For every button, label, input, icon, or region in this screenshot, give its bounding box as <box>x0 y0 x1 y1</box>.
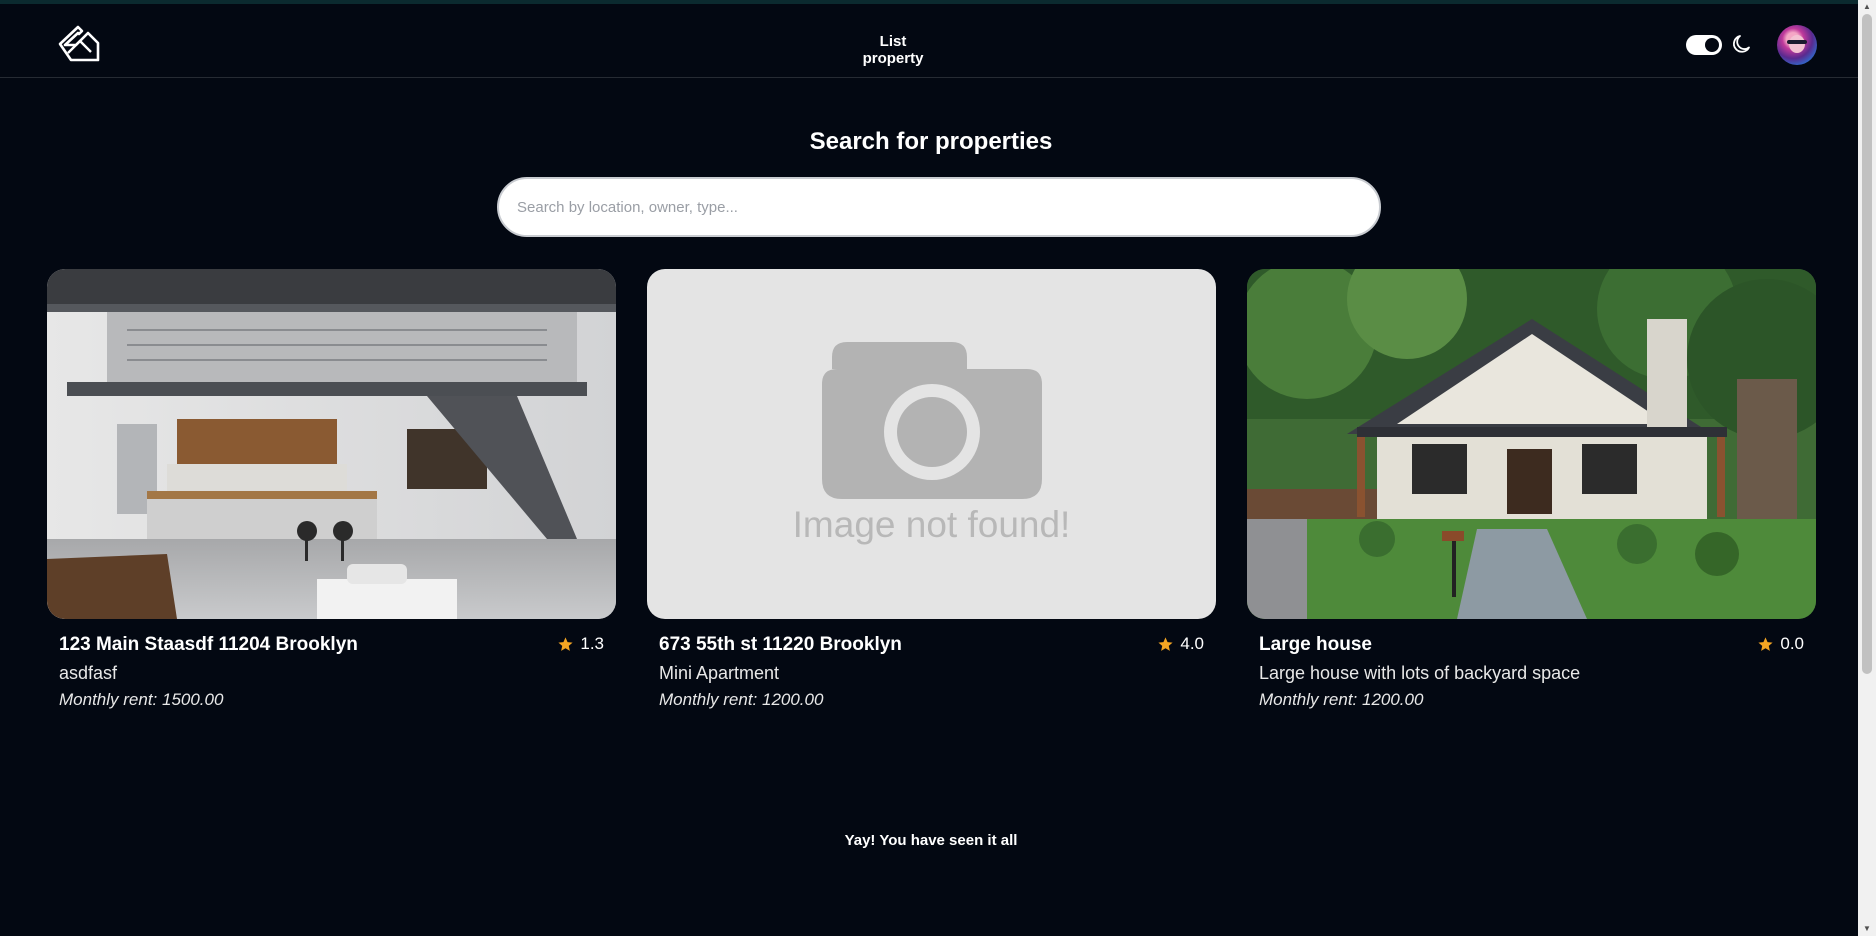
image-not-found-placeholder: Image not found! <box>647 269 1216 619</box>
property-card[interactable]: 123 Main Staasdf 11204 Brooklyn 1.3 asdf… <box>47 269 616 719</box>
star-icon <box>558 636 573 651</box>
star-icon <box>1758 636 1773 651</box>
rating-value: 0.0 <box>1780 634 1804 653</box>
navbar: List property <box>0 4 1858 78</box>
rating-value: 4.0 <box>1180 634 1204 653</box>
house-outline-logo-icon[interactable] <box>58 24 100 62</box>
search-input[interactable] <box>499 179 1379 235</box>
page-title: Search for properties <box>809 128 1053 155</box>
scroll-up-arrow-icon[interactable]: ▲ <box>1862 2 1872 12</box>
property-image-house <box>1247 269 1816 619</box>
property-rating: 4.0 <box>1157 634 1204 654</box>
image-not-found-text: Image not found! <box>792 504 1071 545</box>
property-title: Large house <box>1259 634 1372 655</box>
scrollbar-thumb[interactable] <box>1862 14 1872 674</box>
property-rent: Monthly rent: 1200.00 <box>1259 690 1424 709</box>
property-rent: Monthly rent: 1500.00 <box>59 690 224 709</box>
property-rating: 0.0 <box>1757 634 1804 654</box>
theme-toggle[interactable] <box>1686 35 1722 55</box>
property-title: 123 Main Staasdf 11204 Brooklyn <box>59 634 358 655</box>
property-description: Mini Apartment <box>659 663 780 683</box>
toggle-knob <box>1705 38 1719 52</box>
property-rent: Monthly rent: 1200.00 <box>659 690 824 709</box>
avatar-face <box>1789 35 1805 53</box>
property-card[interactable]: Large house 0.0 Large house with lots of… <box>1247 269 1816 719</box>
property-image-loft <box>47 269 616 619</box>
property-card[interactable]: Image not found! 673 55th st 11220 Brook… <box>647 269 1216 719</box>
property-description: Large house with lots of backyard space <box>1259 663 1581 683</box>
avatar-glasses <box>1787 40 1807 44</box>
end-of-list-message: Yay! You have seen it all <box>844 832 1018 849</box>
user-avatar[interactable] <box>1777 25 1817 65</box>
property-rating: 1.3 <box>557 634 604 654</box>
list-property-link[interactable]: List property <box>850 33 936 67</box>
property-description: asdfasf <box>59 663 118 683</box>
star-icon <box>1158 636 1173 651</box>
scroll-down-arrow-icon[interactable]: ▼ <box>1862 924 1872 934</box>
moon-icon[interactable] <box>1730 32 1754 56</box>
property-title: 673 55th st 11220 Brooklyn <box>659 634 902 655</box>
search-bar <box>497 177 1381 237</box>
rating-value: 1.3 <box>580 634 604 653</box>
